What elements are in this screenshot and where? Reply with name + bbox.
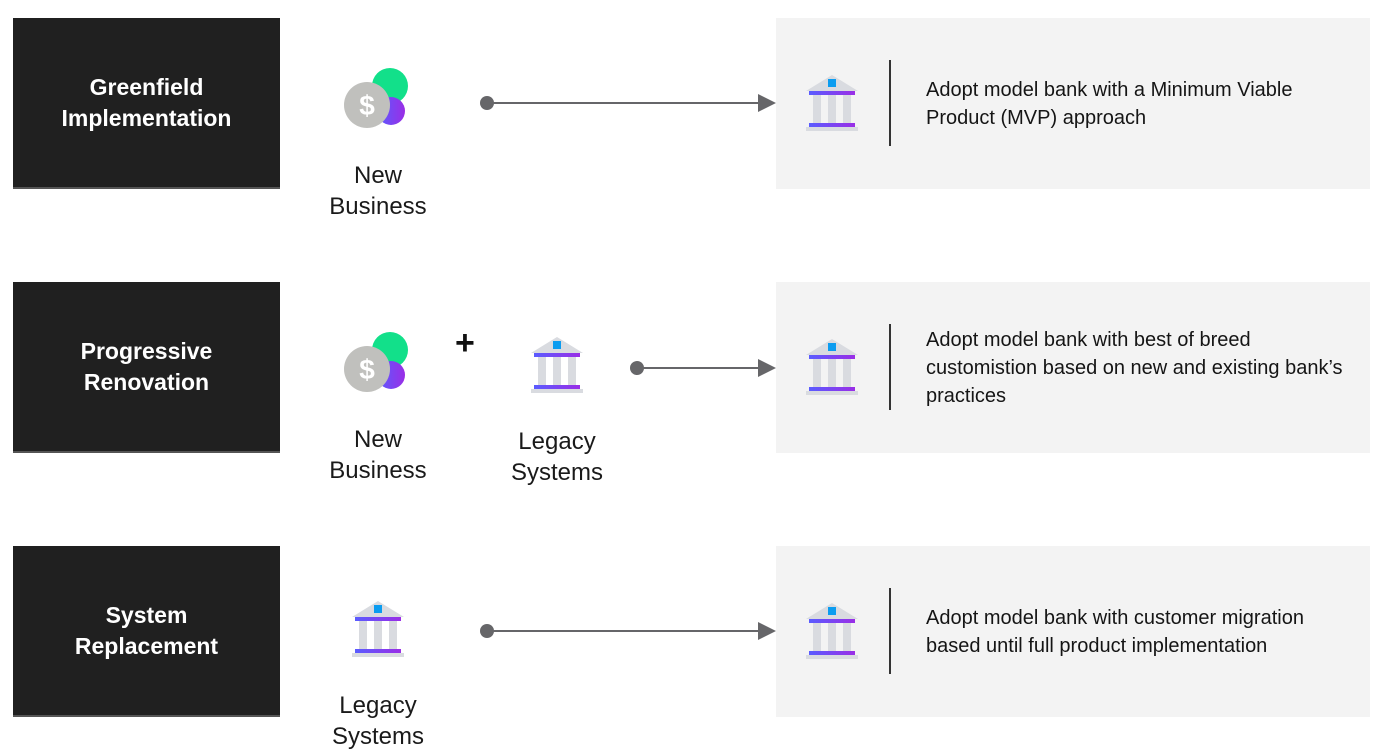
result-box: Adopt model bank with customer migration…	[776, 546, 1370, 717]
flow-arrow	[480, 93, 776, 113]
plus-sign: +	[455, 324, 475, 362]
source-new-business: $ New Business	[318, 36, 438, 222]
dollar-coin-icon: $	[344, 68, 408, 128]
flow-arrow	[630, 358, 776, 378]
strategy-label: System Replacement	[74, 601, 219, 659]
dollar-coin-icon: $	[344, 332, 408, 392]
strategy-label: Progressive Renovation	[80, 337, 213, 395]
result-text: Adopt model bank with best of breed cust…	[926, 328, 1343, 407]
svg-text:$: $	[359, 354, 375, 385]
row-system-replacement: System Replacement Legacy Systems Adopt …	[0, 546, 1384, 750]
strategy-label-box: Progressive Renovation	[13, 282, 280, 453]
bank-icon	[806, 603, 858, 659]
source-label: New Business	[329, 162, 427, 220]
flow-arrow	[480, 621, 776, 641]
divider	[889, 324, 891, 410]
source-new-business: $ New Business	[318, 300, 438, 486]
result-box: Adopt model bank with a Minimum Viable P…	[776, 18, 1370, 189]
strategy-label-box: Greenfield Implementation	[13, 18, 280, 189]
svg-text:$: $	[359, 90, 375, 121]
bank-icon	[806, 339, 858, 395]
row-progressive-renovation: Progressive Renovation $ New Business + …	[0, 282, 1384, 486]
result-text: Adopt model bank with customer migration…	[926, 606, 1304, 657]
bank-icon	[352, 601, 404, 657]
row-greenfield: Greenfield Implementation $ New Business…	[0, 18, 1384, 220]
divider	[889, 60, 891, 146]
source-label: Legacy Systems	[331, 692, 424, 750]
bank-icon	[531, 337, 583, 393]
strategy-label-box: System Replacement	[13, 546, 280, 717]
strategy-label: Greenfield Implementation	[61, 73, 232, 131]
bank-icon	[806, 75, 858, 131]
result-text: Adopt model bank with a Minimum Viable P…	[926, 78, 1293, 129]
source-label: Legacy Systems	[510, 428, 603, 486]
divider	[889, 588, 891, 674]
source-label: New Business	[329, 426, 427, 484]
source-legacy-systems: Legacy Systems	[497, 304, 617, 488]
source-legacy-systems: Legacy Systems	[318, 568, 438, 752]
result-box: Adopt model bank with best of breed cust…	[776, 282, 1370, 453]
